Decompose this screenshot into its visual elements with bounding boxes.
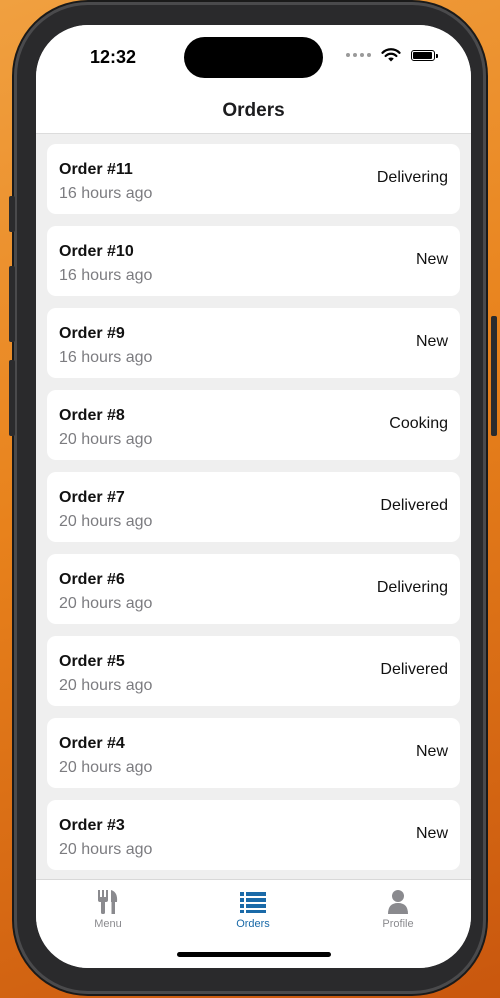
order-status: New bbox=[415, 743, 448, 760]
volume-down-button bbox=[9, 360, 15, 436]
tab-label: Profile bbox=[382, 918, 414, 930]
status-bar: 12:32 bbox=[36, 25, 471, 89]
order-card[interactable]: Order #11 16 hours ago Delivering bbox=[47, 144, 460, 214]
order-time: 20 hours ago bbox=[59, 431, 153, 448]
order-time: 16 hours ago bbox=[59, 185, 153, 202]
list-icon bbox=[203, 888, 303, 916]
battery-icon bbox=[411, 49, 438, 61]
order-card[interactable]: Order #10 16 hours ago New bbox=[47, 226, 460, 296]
order-time: 20 hours ago bbox=[59, 595, 153, 612]
screen: 12:32 Orders Order #11 16 hours ago Deli… bbox=[36, 25, 471, 968]
page-title: Orders bbox=[222, 100, 285, 121]
tab-profile[interactable]: Profile bbox=[348, 888, 448, 930]
order-title: Order #4 bbox=[59, 735, 125, 752]
order-time: 16 hours ago bbox=[59, 349, 153, 366]
order-time: 16 hours ago bbox=[59, 267, 153, 284]
order-status: New bbox=[415, 333, 448, 350]
tab-label: Orders bbox=[236, 918, 270, 930]
tab-menu[interactable]: Menu bbox=[58, 888, 158, 930]
order-status: New bbox=[415, 825, 448, 842]
order-card[interactable]: Order #3 20 hours ago New bbox=[47, 800, 460, 870]
order-title: Order #3 bbox=[59, 817, 125, 834]
order-list[interactable]: Order #11 16 hours ago Delivering Order … bbox=[47, 144, 460, 879]
volume-up-button bbox=[9, 266, 15, 342]
tab-orders[interactable]: Orders bbox=[203, 888, 303, 930]
order-title: Order #10 bbox=[59, 243, 134, 260]
power-button bbox=[491, 316, 497, 436]
home-indicator[interactable] bbox=[177, 952, 331, 957]
action-button bbox=[9, 196, 15, 232]
status-time: 12:32 bbox=[90, 47, 137, 67]
status-icons bbox=[346, 48, 438, 62]
order-card[interactable]: Order #5 20 hours ago Delivered bbox=[47, 636, 460, 706]
fork-knife-icon bbox=[58, 888, 158, 916]
cellular-signal-icon bbox=[346, 53, 371, 57]
order-time: 20 hours ago bbox=[59, 841, 153, 858]
navigation-bar: Orders bbox=[36, 89, 471, 134]
order-status: Cooking bbox=[389, 415, 448, 432]
order-time: 20 hours ago bbox=[59, 759, 153, 776]
tab-label: Menu bbox=[94, 918, 122, 930]
order-status: Delivering bbox=[376, 579, 448, 596]
wifi-icon bbox=[381, 48, 401, 62]
order-time: 20 hours ago bbox=[59, 513, 153, 530]
order-card[interactable]: Order #9 16 hours ago New bbox=[47, 308, 460, 378]
order-title: Order #9 bbox=[59, 325, 125, 342]
order-card[interactable]: Order #6 20 hours ago Delivering bbox=[47, 554, 460, 624]
tab-bar: Menu Orders Profile bbox=[36, 879, 471, 968]
person-icon bbox=[348, 888, 448, 916]
order-status: Delivering bbox=[376, 169, 448, 186]
order-card[interactable]: Order #4 20 hours ago New bbox=[47, 718, 460, 788]
order-card[interactable]: Order #7 20 hours ago Delivered bbox=[47, 472, 460, 542]
order-status: New bbox=[415, 251, 448, 268]
order-status: Delivered bbox=[380, 661, 448, 678]
order-status: Delivered bbox=[380, 497, 448, 514]
order-time: 20 hours ago bbox=[59, 677, 153, 694]
order-card[interactable]: Order #8 20 hours ago Cooking bbox=[47, 390, 460, 460]
dynamic-island bbox=[184, 37, 323, 78]
